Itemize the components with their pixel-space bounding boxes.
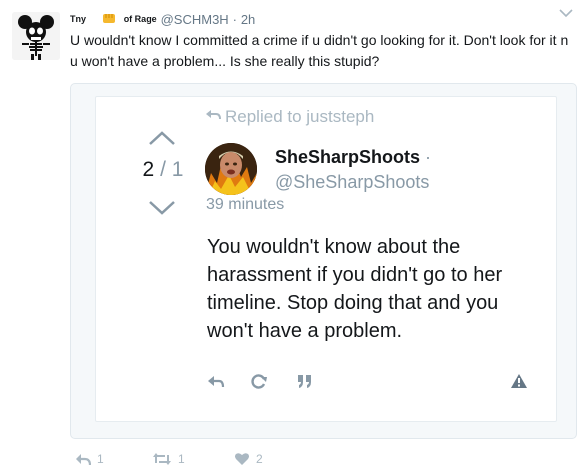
reply-count: 1: [97, 452, 104, 466]
display-name-end[interactable]: of Rage: [124, 14, 157, 24]
tweet-text: U wouldn't know I committed a crime if u…: [70, 32, 569, 69]
quoted-time[interactable]: 39 minutes: [206, 196, 284, 214]
thread-counter: 2 / 1: [138, 158, 188, 182]
tweet-header: Tny of Rage @SCHM3H · 2h: [70, 9, 255, 29]
like-action[interactable]: 2: [234, 452, 263, 468]
counter-separator: /: [160, 158, 166, 181]
arrow-down-icon[interactable]: [148, 200, 176, 216]
quote-icon[interactable]: [296, 373, 314, 389]
report-icon[interactable]: [510, 373, 528, 389]
tweet-time[interactable]: 2h: [241, 12, 255, 27]
chevron-down-icon[interactable]: [559, 8, 573, 18]
quoted-display-name[interactable]: SheSharpShoots ·: [275, 147, 431, 168]
display-name-start[interactable]: Tny: [70, 14, 86, 24]
quoted-name-text: SheSharpShoots: [275, 147, 421, 167]
replied-to[interactable]: Replied to juststeph: [205, 107, 374, 127]
arrow-up-icon[interactable]: [148, 130, 176, 146]
retweet-icon: [153, 453, 171, 465]
quoted-text: You wouldn't know about the harassment i…: [207, 236, 503, 342]
fist-emoji: [102, 14, 115, 23]
mickey-skeleton-avatar[interactable]: [12, 12, 60, 60]
reply-action[interactable]: 1: [75, 452, 104, 468]
reply-arrow-icon: [206, 110, 221, 120]
retweet-action[interactable]: 1: [152, 452, 185, 468]
like-icon: [235, 453, 249, 465]
retweet-icon[interactable]: [250, 373, 268, 389]
retweet-count: 1: [178, 452, 185, 466]
counter-current: 2: [142, 158, 155, 181]
time-separator: ·: [232, 12, 237, 27]
quoted-user-avatar[interactable]: [205, 143, 257, 195]
name-dot: ·: [425, 147, 432, 167]
reply-icon: [76, 454, 92, 466]
reply-icon[interactable]: [207, 373, 225, 389]
counter-total: 1: [171, 158, 184, 181]
quoted-handle[interactable]: @SheSharpShoots: [275, 172, 429, 193]
like-count: 2: [256, 452, 263, 466]
replied-to-label: Replied to juststeph: [225, 107, 375, 126]
user-handle[interactable]: @SCHM3H: [161, 12, 229, 27]
